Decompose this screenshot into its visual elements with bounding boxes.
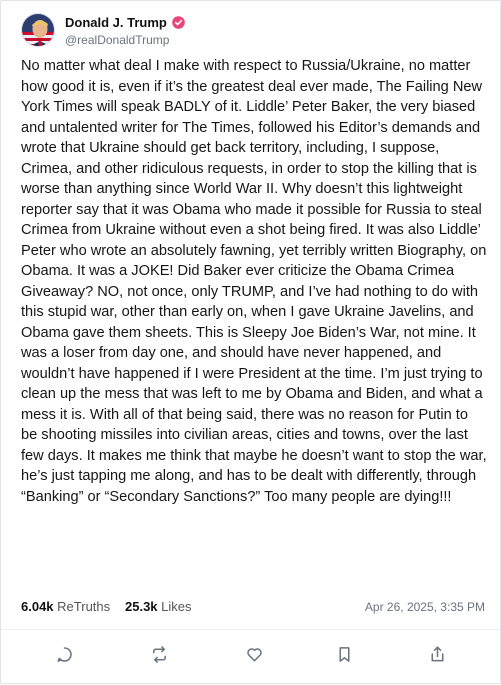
comment-icon <box>56 646 72 662</box>
share-button[interactable] <box>420 637 454 671</box>
bookmark-button[interactable] <box>327 637 361 671</box>
post-stats: 6.04k ReTruths 25.3k Likes Apr 26, 2025,… <box>21 599 485 617</box>
retruths-count: 6.04k <box>21 599 54 614</box>
user-handle[interactable]: @realDonaldTrump <box>65 33 169 47</box>
like-button[interactable] <box>237 637 271 671</box>
action-bar <box>1 630 500 685</box>
avatar-image <box>22 14 54 46</box>
heart-icon <box>246 647 262 661</box>
post-header: Donald J. Trump @realDonaldTrump <box>21 13 481 49</box>
likes-count: 25.3k <box>125 599 158 614</box>
avatar[interactable] <box>21 13 55 47</box>
share-icon <box>431 645 443 661</box>
display-name[interactable]: Donald J. Trump <box>65 15 167 30</box>
verified-badge-icon <box>172 15 185 29</box>
retruth-button[interactable] <box>142 637 176 671</box>
bookmark-icon <box>338 646 350 662</box>
likes-stat[interactable]: 25.3k Likes <box>125 599 192 614</box>
retruths-label: ReTruths <box>57 599 111 614</box>
post-card: Donald J. Trump @realDonaldTrump No matt… <box>0 0 501 684</box>
reply-button[interactable] <box>47 637 81 671</box>
post-timestamp[interactable]: Apr 26, 2025, 3:35 PM <box>365 600 485 614</box>
retruths-stat[interactable]: 6.04k ReTruths <box>21 599 110 614</box>
name-row: Donald J. Trump <box>65 14 185 30</box>
post-body: No matter what deal I make with respect … <box>21 58 487 505</box>
repost-icon <box>152 645 166 663</box>
likes-label: Likes <box>161 599 192 614</box>
